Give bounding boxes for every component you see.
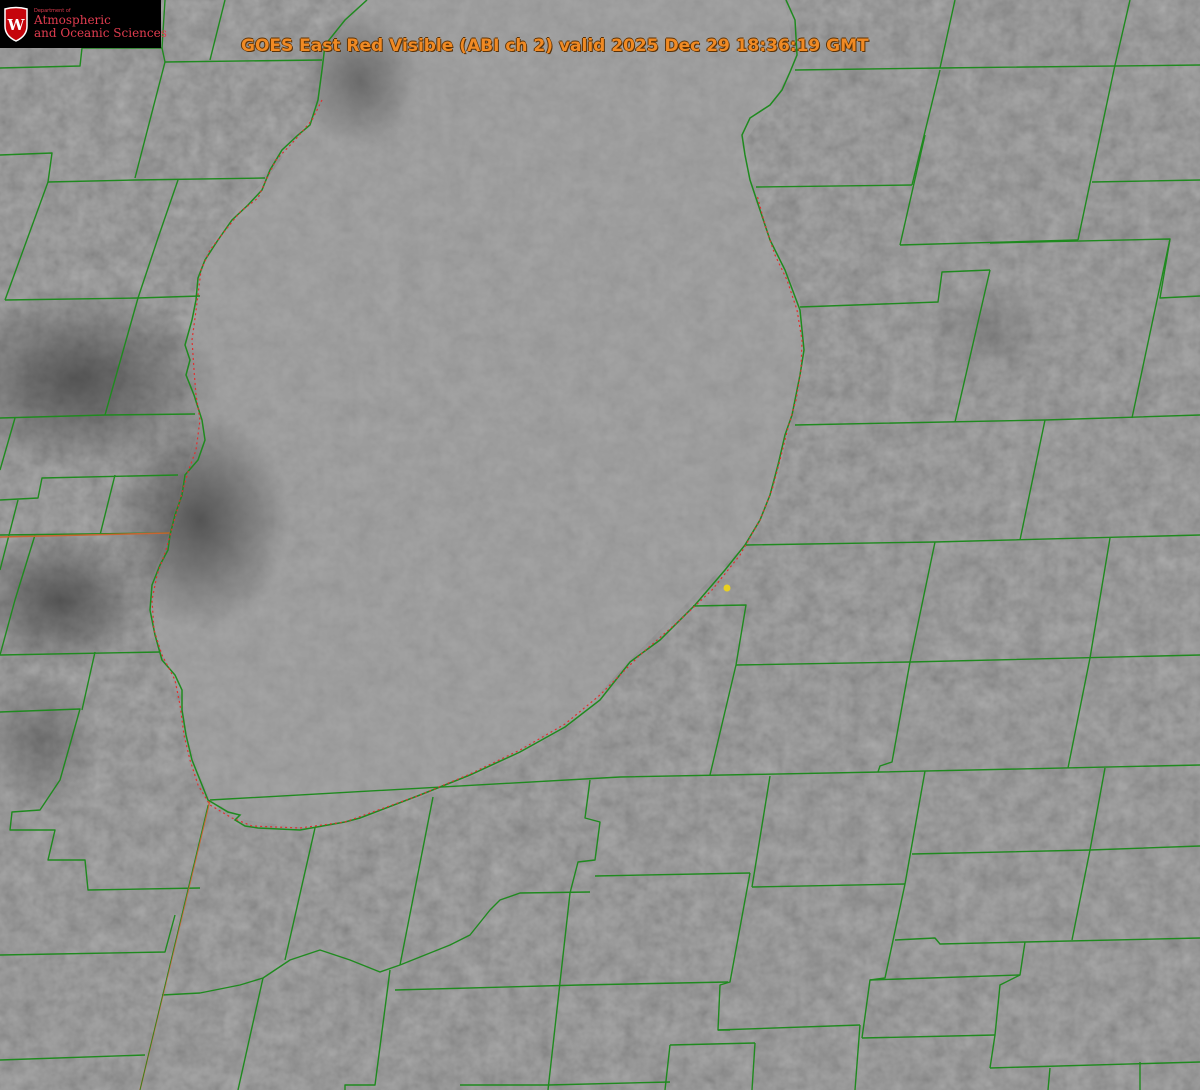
logo-name-line2: and Oceanic Sciences (34, 26, 167, 40)
dark-cloud-patch (930, 280, 1050, 380)
uw-crest-icon: W (4, 6, 28, 42)
satellite-viewer: W Department of Atmospheric and Oceanic … (0, 0, 1200, 1090)
image-title: GOES East Red Visible (ABI ch 2) valid 2… (241, 36, 869, 56)
crest-letter: W (7, 16, 26, 34)
station-marker (723, 584, 731, 592)
aos-logo: W Department of Atmospheric and Oceanic … (0, 0, 167, 48)
dark-cloud-patch (300, 10, 420, 150)
satellite-map (0, 0, 1200, 1090)
